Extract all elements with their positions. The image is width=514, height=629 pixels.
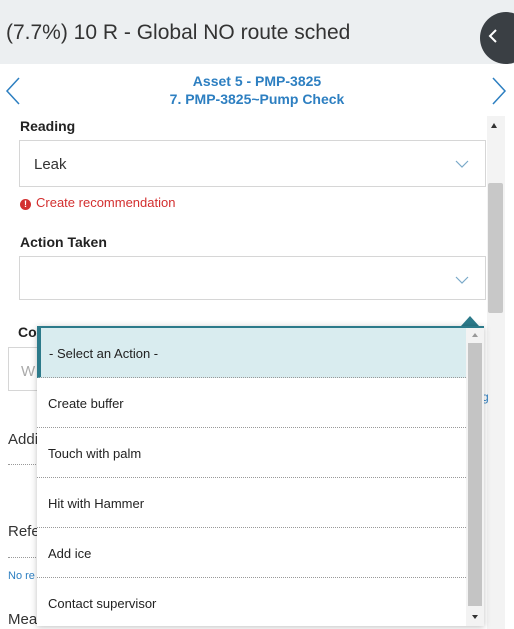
- chevron-down-icon: [455, 276, 469, 284]
- header-bar: (7.7%) 10 R - Global NO route sched: [0, 0, 514, 64]
- option-label: Contact supervisor: [48, 596, 157, 611]
- divider: [8, 464, 38, 465]
- additional-section-label: Addi: [8, 431, 39, 448]
- action-dropdown-menu: - Select an Action - Create buffer Touch…: [37, 326, 484, 626]
- next-step-icon[interactable]: [490, 76, 508, 106]
- chevron-down-icon: [455, 160, 469, 168]
- option-label: - Select an Action -: [49, 346, 159, 361]
- asset-navigation: Asset 5 - PMP-3825 7. PMP-3825~Pump Chec…: [0, 64, 514, 116]
- reading-select[interactable]: Leak: [19, 140, 486, 187]
- dropdown-scroll-down-icon[interactable]: [472, 615, 478, 619]
- dropdown-option-hit-with-hammer[interactable]: Hit with Hammer: [37, 478, 466, 528]
- reading-label: Reading: [20, 118, 76, 134]
- option-label: Add ice: [48, 546, 92, 561]
- dropdown-scroll-up-icon[interactable]: [472, 333, 478, 337]
- option-label: Touch with palm: [48, 446, 142, 461]
- option-label: Hit with Hammer: [48, 496, 145, 511]
- step-title[interactable]: 7. PMP-3825~Pump Check: [0, 91, 514, 107]
- dropdown-option-touch-with-palm[interactable]: Touch with palm: [37, 428, 466, 478]
- error-icon: !: [20, 199, 31, 210]
- dropdown-top-border: [37, 326, 484, 328]
- comments-placeholder: W: [21, 363, 36, 380]
- dropdown-caret: [461, 316, 479, 326]
- create-recommendation-label: Create recommendation: [36, 195, 176, 210]
- comments-label: Co: [18, 324, 37, 340]
- reading-value: Leak: [34, 156, 67, 173]
- header-action-button[interactable]: [480, 12, 514, 64]
- page-scrollbar-thumb[interactable]: [488, 183, 503, 313]
- option-label: Create buffer: [48, 396, 124, 411]
- no-reference-text: No re: [8, 570, 35, 582]
- asset-title[interactable]: Asset 5 - PMP-3825: [0, 73, 514, 89]
- measurement-section-label: Mea: [8, 611, 38, 628]
- page-title: (7.7%) 10 R - Global NO route sched: [6, 21, 351, 44]
- action-taken-select[interactable]: [19, 256, 486, 300]
- dropdown-option-select-an-action[interactable]: - Select an Action -: [37, 328, 466, 378]
- divider: [8, 557, 38, 558]
- dropdown-option-contact-supervisor[interactable]: Contact supervisor: [37, 578, 466, 626]
- chevron-left-icon: [488, 29, 497, 43]
- dropdown-option-add-ice[interactable]: Add ice: [37, 528, 466, 578]
- scroll-up-arrow-icon[interactable]: [491, 123, 497, 128]
- reference-section-label: Refe: [8, 523, 40, 540]
- dropdown-scrollbar-thumb[interactable]: [468, 343, 482, 606]
- dropdown-option-create-buffer[interactable]: Create buffer: [37, 378, 466, 428]
- create-recommendation-link[interactable]: ! Create recommendation: [20, 195, 175, 210]
- action-taken-label: Action Taken: [20, 234, 107, 250]
